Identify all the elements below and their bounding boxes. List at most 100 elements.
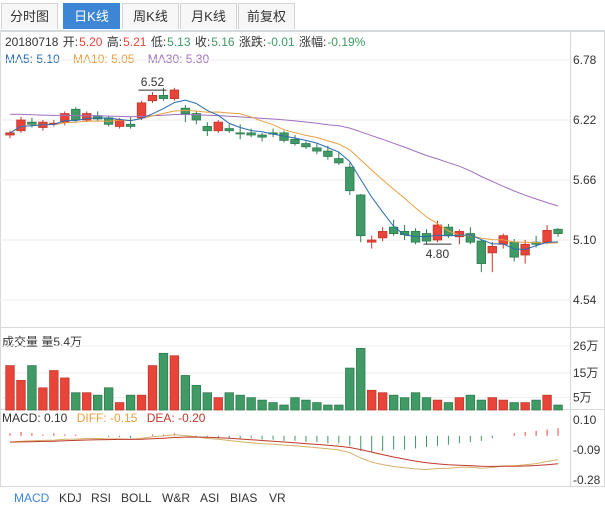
price-tick-label: 4.54 (573, 293, 597, 307)
volume-bar (27, 365, 37, 411)
candle-body (16, 119, 26, 132)
volume-bar (367, 389, 377, 411)
volume-bar (268, 402, 278, 411)
volume-bar (158, 352, 169, 411)
volume-bar (531, 399, 541, 411)
volume-bar (553, 404, 563, 411)
candle-body (476, 240, 486, 264)
volume-tick-label: 5万 (573, 391, 592, 405)
volume-bar (432, 399, 443, 411)
volume-bar (454, 397, 465, 411)
volume-bar (377, 392, 388, 411)
candle-body (246, 132, 256, 136)
volume-bar (290, 397, 300, 411)
kline-chart: 6.78 6.22 5.66 5.10 4.54 6.52 4.80 26万 15万 5万 0.10… (0, 31, 605, 487)
candle-body (356, 194, 366, 237)
indicator-tabs: MACD KDJ RSI BOLL W&R ASI BIAS VR (0, 488, 605, 513)
volume-bar (356, 347, 366, 411)
volume-bar (443, 402, 454, 411)
ma30-line (9, 113, 559, 207)
volume-bar (323, 404, 333, 411)
volume-tick-label: 15万 (573, 366, 598, 380)
volume-bar (169, 355, 180, 411)
candle-body (158, 94, 169, 99)
ma5-line (9, 99, 559, 250)
volume-bar (191, 384, 202, 411)
volume-bar (520, 402, 530, 411)
ind-tab-kdj[interactable]: KDJ (59, 491, 82, 505)
volume-bar (38, 387, 48, 411)
min-price-label: 4.80 (426, 247, 450, 261)
candle-body (432, 224, 443, 241)
volume-bar (235, 394, 245, 411)
candle-body (202, 126, 212, 132)
volume-bar (509, 402, 519, 411)
volume-bar (312, 402, 322, 411)
volume-bar (498, 399, 508, 411)
volume-bar (465, 394, 476, 411)
volume-bar (103, 387, 114, 411)
ind-tab-wr[interactable]: W&R (162, 491, 190, 505)
volume-bar (246, 397, 256, 411)
volume-bar (71, 392, 81, 411)
volume-bar (114, 402, 125, 411)
volume-bar (399, 397, 410, 411)
volume-bar (147, 365, 158, 411)
volume-bar (476, 399, 486, 411)
volume-bar (136, 394, 147, 411)
volume-bar (301, 399, 311, 411)
ind-tab-macd[interactable]: MACD (14, 491, 49, 505)
volume-bar (487, 397, 497, 411)
candle-body (147, 94, 158, 102)
volume-bar (202, 392, 212, 411)
volume-bar (224, 392, 234, 411)
volume-bar (542, 394, 552, 411)
ind-tab-vr[interactable]: VR (269, 491, 286, 505)
volume-bar (60, 377, 70, 411)
volume-bar (410, 392, 421, 411)
ma10-line (9, 109, 559, 244)
candle-body (487, 246, 497, 254)
volume-bar (334, 404, 344, 411)
volume-bar (421, 397, 432, 411)
price-tick-label: 6.22 (573, 113, 597, 127)
volume-bar (180, 375, 191, 411)
candle-body (290, 138, 300, 144)
ind-tab-asi[interactable]: ASI (200, 491, 219, 505)
candle-body (301, 143, 311, 148)
volume-bar (93, 394, 103, 411)
candle-body (71, 108, 81, 121)
candle-body (257, 134, 267, 138)
macd-tick-label: 0.10 (573, 413, 597, 427)
volume-bar (279, 404, 289, 411)
volume-bar (16, 380, 26, 411)
candle-body (136, 102, 147, 119)
ind-tab-rsi[interactable]: RSI (91, 491, 111, 505)
macd-tick-label: -0.09 (573, 443, 601, 457)
volume-tick-label: 26万 (573, 339, 598, 353)
candle-body (323, 150, 333, 157)
volume-bar (5, 365, 15, 411)
candle-body (553, 228, 563, 234)
max-price-label: 6.52 (141, 75, 165, 89)
candle-body (312, 147, 322, 152)
candle-body (345, 166, 355, 192)
volume-bar (388, 394, 399, 411)
price-tick-label: 5.66 (573, 173, 597, 187)
volume-bar (82, 392, 92, 411)
candle-body (334, 158, 344, 164)
volume-bar (257, 399, 267, 411)
volume-bar (345, 367, 355, 411)
volume-bar (125, 394, 136, 411)
ind-tab-bias[interactable]: BIAS (230, 491, 257, 505)
ind-tab-boll[interactable]: BOLL (121, 491, 152, 505)
candle-body (125, 123, 136, 127)
candle-body (27, 121, 37, 125)
candle-body (224, 128, 234, 132)
candle-body (542, 229, 552, 243)
candle-body (367, 239, 377, 243)
candle-body (213, 121, 223, 132)
candle-body (421, 233, 432, 242)
candle-body (114, 119, 125, 127)
price-tick-label: 5.10 (573, 233, 597, 247)
